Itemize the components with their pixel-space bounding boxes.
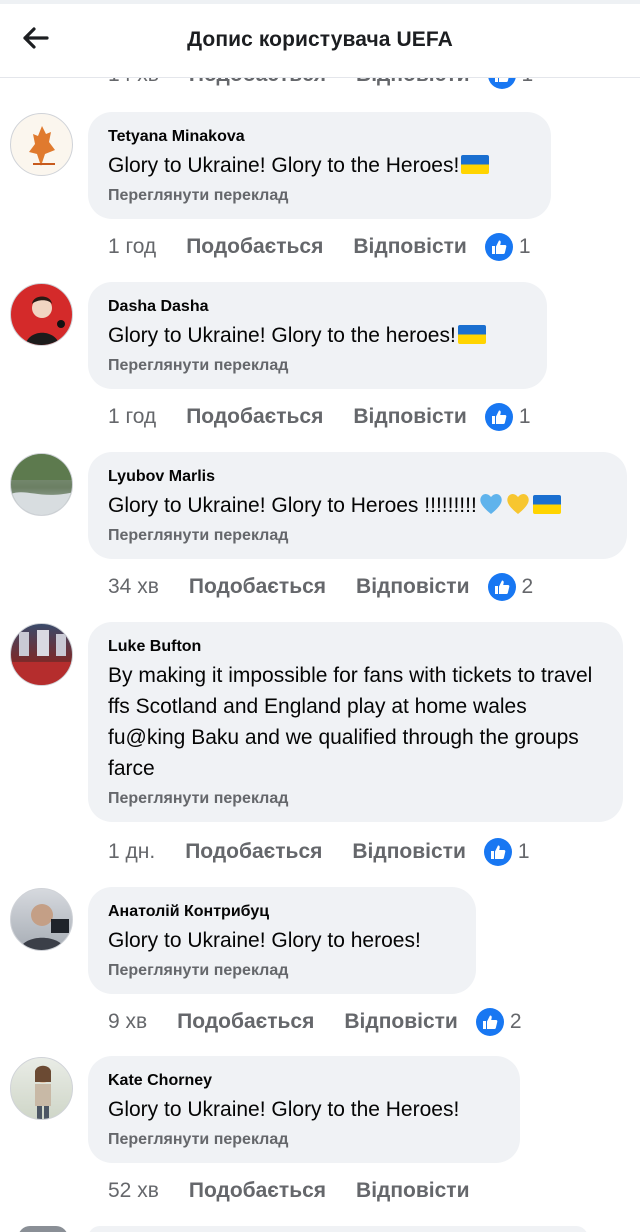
comment-time: 34 хв: [108, 575, 159, 598]
avatar[interactable]: [10, 623, 73, 686]
comment-author[interactable]: Dasha Dasha: [108, 297, 527, 317]
reaction-count[interactable]: 2: [487, 573, 533, 601]
comment-time: 1 год: [108, 235, 157, 258]
reaction-count[interactable]: 1: [484, 403, 531, 431]
comment-bubble[interactable]: Tetyana Minakova Glory to Ukraine! Glory…: [88, 112, 551, 219]
reply-button[interactable]: Відповісти: [356, 78, 469, 87]
ukraine-flag-icon: [532, 495, 561, 514]
comment-time: 52 хв: [108, 1179, 159, 1202]
yellow-heart-icon: [507, 494, 529, 514]
thumbs-up-icon: [487, 573, 516, 601]
reply-button[interactable]: Відповісти: [356, 575, 469, 599]
page-title: Допис користувача UEFA: [187, 28, 453, 51]
see-translation-link[interactable]: Переглянути переклад: [108, 1130, 500, 1150]
comment-text: Glory to Ukraine! Glory to Heroes !!!!!!…: [108, 494, 477, 517]
comment-author[interactable]: Tetyana Minakova: [108, 127, 531, 147]
see-translation-link[interactable]: Переглянути переклад: [108, 186, 531, 206]
thumbs-up-icon: [475, 1008, 504, 1036]
reply-button[interactable]: Відповісти: [356, 1179, 469, 1203]
avatar[interactable]: [10, 283, 73, 346]
see-translation-link[interactable]: Переглянути переклад: [108, 961, 456, 981]
comment-author[interactable]: Kate Chorney: [108, 1071, 500, 1091]
thumbs-up-icon: [484, 403, 513, 431]
avatar: [18, 1226, 68, 1232]
reply-button[interactable]: Відповісти: [352, 840, 465, 864]
comment-bubble[interactable]: Lyubov Marlis Glory to Ukraine! Glory to…: [88, 452, 627, 559]
comment-bubble[interactable]: Dasha Dasha Glory to Ukraine! Glory to t…: [88, 282, 547, 389]
blue-heart-icon: [480, 494, 502, 514]
comment-text: Glory to Ukraine! Glory to the Heroes!: [108, 1098, 460, 1121]
comment-text: By making it impossible for fans with ti…: [108, 664, 593, 780]
comment-time: 1 год: [108, 405, 157, 428]
comment-author[interactable]: Анатолій Контрибуц: [108, 902, 456, 922]
avatar[interactable]: [10, 113, 73, 176]
comment-text: Glory to Ukraine! Glory to heroes!: [108, 929, 421, 952]
reaction-count[interactable]: 1: [487, 78, 533, 89]
comment-text: Glory to Ukraine! Glory to the heroes!: [108, 324, 456, 347]
reply-button[interactable]: Відповісти: [344, 1010, 457, 1034]
reaction-count[interactable]: 1: [484, 233, 531, 261]
thumbs-up-icon: [483, 838, 512, 866]
like-button[interactable]: Подобається: [189, 1179, 326, 1203]
comment-bubble[interactable]: Анатолій Контрибуц Glory to Ukraine! Glo…: [88, 887, 476, 994]
like-button[interactable]: Подобається: [189, 575, 326, 599]
avatar[interactable]: [10, 453, 73, 516]
top-bar: Допис користувача UEFA: [0, 0, 640, 78]
reply-button[interactable]: Відповісти: [353, 405, 466, 429]
like-button[interactable]: Подобається: [177, 1010, 314, 1034]
see-translation-link[interactable]: Переглянути переклад: [108, 789, 603, 809]
reply-button[interactable]: Відповісти: [353, 235, 466, 259]
like-button[interactable]: Подобається: [189, 78, 326, 87]
comment-bubble[interactable]: Kate Chorney Glory to Ukraine! Glory to …: [88, 1056, 520, 1163]
see-translation-link[interactable]: Переглянути переклад: [108, 526, 607, 546]
comment-author[interactable]: Lyubov Marlis: [108, 467, 607, 487]
comment-author[interactable]: Luke Bufton: [108, 637, 603, 657]
next-comment-peek: [0, 1222, 640, 1232]
reaction-count[interactable]: 1: [483, 838, 530, 866]
comment-time: 9 хв: [108, 1010, 148, 1033]
thumbs-up-icon: [487, 78, 516, 89]
avatar[interactable]: [10, 888, 73, 951]
comment-bubble[interactable]: Luke Bufton By making it impossible for …: [88, 622, 623, 822]
like-button[interactable]: Подобається: [186, 235, 323, 259]
comment-text: Glory to Ukraine! Glory to the Heroes!: [108, 154, 460, 177]
comment-time: 14 хв: [108, 78, 159, 87]
ukraine-flag-icon: [457, 325, 486, 344]
avatar[interactable]: [10, 1057, 73, 1120]
comment-bubble: [88, 1226, 588, 1232]
previous-comment-actions: 14 хв Подобається Відповісти 1: [0, 78, 640, 90]
ukraine-flag-icon: [461, 155, 490, 174]
comment-time: 1 дн.: [108, 840, 156, 863]
thumbs-up-icon: [484, 233, 513, 261]
like-button[interactable]: Подобається: [185, 840, 322, 864]
see-translation-link[interactable]: Переглянути переклад: [108, 356, 527, 376]
reaction-count[interactable]: 2: [475, 1008, 522, 1036]
like-button[interactable]: Подобається: [186, 405, 323, 429]
